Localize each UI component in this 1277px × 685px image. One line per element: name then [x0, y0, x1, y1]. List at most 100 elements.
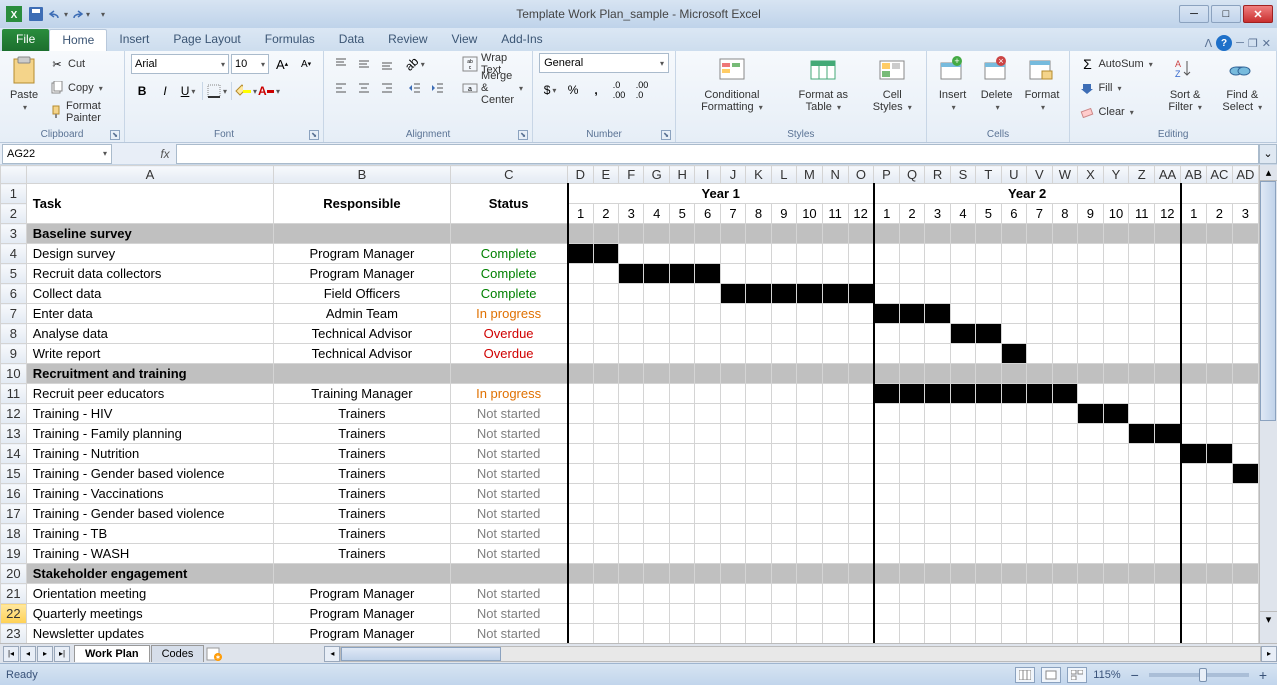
col-header[interactable]: W: [1052, 166, 1078, 184]
responsible-cell[interactable]: Program Manager: [274, 624, 450, 644]
redo-icon[interactable]: ▾: [70, 4, 90, 24]
gantt-cell[interactable]: [797, 504, 823, 524]
responsible-cell[interactable]: Program Manager: [274, 244, 450, 264]
gantt-cell[interactable]: [950, 444, 975, 464]
gantt-cell[interactable]: [644, 244, 670, 264]
gantt-cell[interactable]: [1232, 584, 1258, 604]
gantt-cell[interactable]: [746, 464, 771, 484]
gantt-cell[interactable]: [669, 304, 694, 324]
gantt-cell[interactable]: [848, 544, 874, 564]
gantt-cell[interactable]: [976, 624, 1001, 644]
gantt-cell[interactable]: [593, 384, 618, 404]
gantt-cell[interactable]: [899, 244, 925, 264]
gantt-cell[interactable]: [720, 344, 745, 364]
gantt-cell[interactable]: [568, 344, 593, 364]
align-right-icon[interactable]: [376, 77, 398, 99]
gantt-cell[interactable]: [1129, 544, 1155, 564]
border-button[interactable]: ▾: [206, 80, 228, 102]
responsible-cell[interactable]: Trainers: [274, 404, 450, 424]
gantt-cell[interactable]: [797, 544, 823, 564]
gantt-cell[interactable]: [874, 584, 899, 604]
gantt-cell[interactable]: [1078, 444, 1103, 464]
gantt-cell[interactable]: [720, 264, 745, 284]
gantt-cell[interactable]: [874, 404, 899, 424]
gantt-cell[interactable]: [874, 304, 899, 324]
gantt-cell[interactable]: [771, 284, 796, 304]
gantt-cell[interactable]: [848, 324, 874, 344]
col-header[interactable]: O: [848, 166, 874, 184]
task-cell[interactable]: Training - Gender based violence: [26, 464, 273, 484]
gantt-cell[interactable]: [976, 544, 1001, 564]
gantt-cell[interactable]: [1155, 344, 1181, 364]
gantt-cell[interactable]: [1001, 524, 1026, 544]
gantt-cell[interactable]: [1103, 464, 1129, 484]
gantt-cell[interactable]: [619, 624, 644, 644]
gantt-cell[interactable]: [695, 504, 720, 524]
gantt-cell[interactable]: [1155, 244, 1181, 264]
format-painter-button[interactable]: Format Painter: [46, 101, 118, 123]
gantt-cell[interactable]: [695, 464, 720, 484]
gantt-cell[interactable]: [619, 504, 644, 524]
gantt-cell[interactable]: [771, 484, 796, 504]
gantt-cell[interactable]: [1001, 404, 1026, 424]
gantt-cell[interactable]: [1103, 344, 1129, 364]
gantt-cell[interactable]: [593, 264, 618, 284]
col-header[interactable]: L: [771, 166, 796, 184]
gantt-cell[interactable]: [720, 624, 745, 644]
gantt-cell[interactable]: [822, 244, 848, 264]
gantt-cell[interactable]: [720, 384, 745, 404]
gantt-cell[interactable]: [1155, 424, 1181, 444]
gantt-cell[interactable]: [797, 244, 823, 264]
gantt-cell[interactable]: [1232, 464, 1258, 484]
responsible-cell[interactable]: Field Officers: [274, 284, 450, 304]
tab-formulas[interactable]: Formulas: [253, 29, 327, 51]
task-cell[interactable]: Training - WASH: [26, 544, 273, 564]
gantt-cell[interactable]: [1129, 624, 1155, 644]
gantt-cell[interactable]: [797, 424, 823, 444]
save-icon[interactable]: [26, 4, 46, 24]
gantt-cell[interactable]: [720, 404, 745, 424]
gantt-cell[interactable]: [950, 424, 975, 444]
task-cell[interactable]: Training - Vaccinations: [26, 484, 273, 504]
gantt-cell[interactable]: [1206, 444, 1232, 464]
gantt-cell[interactable]: [1001, 504, 1026, 524]
gantt-cell[interactable]: [593, 484, 618, 504]
col-header[interactable]: P: [874, 166, 899, 184]
format-as-table-button[interactable]: Format as Table ▾: [786, 53, 861, 116]
gantt-cell[interactable]: [1078, 484, 1103, 504]
gantt-cell[interactable]: [1103, 484, 1129, 504]
page-layout-view-icon[interactable]: [1041, 667, 1061, 683]
gantt-cell[interactable]: [695, 624, 720, 644]
gantt-cell[interactable]: [593, 524, 618, 544]
col-header[interactable]: N: [822, 166, 848, 184]
gantt-cell[interactable]: [644, 324, 670, 344]
gantt-cell[interactable]: [822, 264, 848, 284]
gantt-cell[interactable]: [1206, 524, 1232, 544]
responsible-cell[interactable]: Trainers: [274, 464, 450, 484]
gantt-cell[interactable]: [976, 324, 1001, 344]
gantt-cell[interactable]: [950, 504, 975, 524]
gantt-cell[interactable]: [1232, 404, 1258, 424]
task-cell[interactable]: Collect data: [26, 284, 273, 304]
status-cell[interactable]: Not started: [450, 524, 568, 544]
gantt-cell[interactable]: [746, 344, 771, 364]
status-cell[interactable]: Complete: [450, 264, 568, 284]
gantt-cell[interactable]: [1129, 384, 1155, 404]
gantt-cell[interactable]: [695, 264, 720, 284]
gantt-cell[interactable]: [1206, 244, 1232, 264]
gantt-cell[interactable]: [1103, 404, 1129, 424]
fx-icon[interactable]: fx: [154, 147, 176, 161]
format-cells-button[interactable]: Format▾: [1021, 53, 1064, 116]
col-header[interactable]: I: [695, 166, 720, 184]
gantt-cell[interactable]: [797, 284, 823, 304]
increase-indent-icon[interactable]: [427, 77, 449, 99]
gantt-cell[interactable]: [822, 324, 848, 344]
gantt-cell[interactable]: [1206, 544, 1232, 564]
gantt-cell[interactable]: [568, 484, 593, 504]
gantt-cell[interactable]: [644, 484, 670, 504]
gantt-cell[interactable]: [695, 284, 720, 304]
gantt-cell[interactable]: [1001, 624, 1026, 644]
gantt-cell[interactable]: [1129, 424, 1155, 444]
gantt-cell[interactable]: [1103, 604, 1129, 624]
gantt-cell[interactable]: [1027, 504, 1052, 524]
